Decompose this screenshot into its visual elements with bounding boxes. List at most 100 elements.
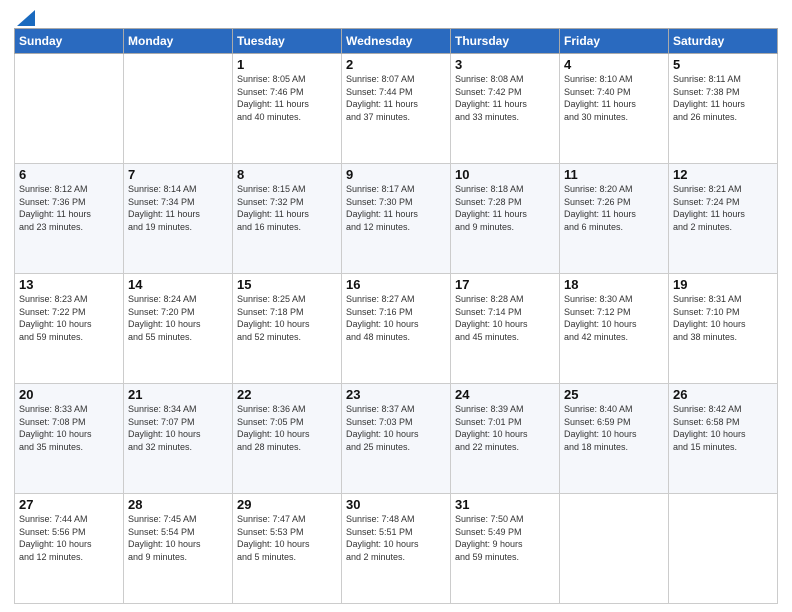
day-info: Sunrise: 8:37 AM Sunset: 7:03 PM Dayligh… — [346, 403, 446, 453]
calendar-cell: 1Sunrise: 8:05 AM Sunset: 7:46 PM Daylig… — [233, 54, 342, 164]
day-number: 7 — [128, 167, 228, 182]
logo — [14, 10, 35, 22]
calendar-cell: 4Sunrise: 8:10 AM Sunset: 7:40 PM Daylig… — [560, 54, 669, 164]
day-number: 8 — [237, 167, 337, 182]
day-number: 28 — [128, 497, 228, 512]
weekday-header-monday: Monday — [124, 29, 233, 54]
calendar-cell: 18Sunrise: 8:30 AM Sunset: 7:12 PM Dayli… — [560, 274, 669, 384]
calendar-cell: 3Sunrise: 8:08 AM Sunset: 7:42 PM Daylig… — [451, 54, 560, 164]
day-info: Sunrise: 8:23 AM Sunset: 7:22 PM Dayligh… — [19, 293, 119, 343]
day-info: Sunrise: 8:31 AM Sunset: 7:10 PM Dayligh… — [673, 293, 773, 343]
day-info: Sunrise: 8:42 AM Sunset: 6:58 PM Dayligh… — [673, 403, 773, 453]
day-number: 5 — [673, 57, 773, 72]
calendar-cell — [560, 494, 669, 604]
day-number: 4 — [564, 57, 664, 72]
day-number: 6 — [19, 167, 119, 182]
day-info: Sunrise: 8:27 AM Sunset: 7:16 PM Dayligh… — [346, 293, 446, 343]
day-number: 11 — [564, 167, 664, 182]
calendar-cell: 7Sunrise: 8:14 AM Sunset: 7:34 PM Daylig… — [124, 164, 233, 274]
day-info: Sunrise: 8:08 AM Sunset: 7:42 PM Dayligh… — [455, 73, 555, 123]
calendar-cell: 29Sunrise: 7:47 AM Sunset: 5:53 PM Dayli… — [233, 494, 342, 604]
calendar-cell: 5Sunrise: 8:11 AM Sunset: 7:38 PM Daylig… — [669, 54, 778, 164]
calendar-week-row: 6Sunrise: 8:12 AM Sunset: 7:36 PM Daylig… — [15, 164, 778, 274]
calendar-cell: 26Sunrise: 8:42 AM Sunset: 6:58 PM Dayli… — [669, 384, 778, 494]
calendar-cell: 17Sunrise: 8:28 AM Sunset: 7:14 PM Dayli… — [451, 274, 560, 384]
weekday-header-tuesday: Tuesday — [233, 29, 342, 54]
calendar-cell: 30Sunrise: 7:48 AM Sunset: 5:51 PM Dayli… — [342, 494, 451, 604]
calendar-cell: 12Sunrise: 8:21 AM Sunset: 7:24 PM Dayli… — [669, 164, 778, 274]
day-info: Sunrise: 8:21 AM Sunset: 7:24 PM Dayligh… — [673, 183, 773, 233]
calendar-week-row: 1Sunrise: 8:05 AM Sunset: 7:46 PM Daylig… — [15, 54, 778, 164]
calendar-cell: 20Sunrise: 8:33 AM Sunset: 7:08 PM Dayli… — [15, 384, 124, 494]
calendar-cell: 8Sunrise: 8:15 AM Sunset: 7:32 PM Daylig… — [233, 164, 342, 274]
day-number: 16 — [346, 277, 446, 292]
day-number: 26 — [673, 387, 773, 402]
day-info: Sunrise: 8:20 AM Sunset: 7:26 PM Dayligh… — [564, 183, 664, 233]
calendar-cell: 16Sunrise: 8:27 AM Sunset: 7:16 PM Dayli… — [342, 274, 451, 384]
day-number: 1 — [237, 57, 337, 72]
header — [14, 10, 778, 22]
day-info: Sunrise: 8:34 AM Sunset: 7:07 PM Dayligh… — [128, 403, 228, 453]
day-info: Sunrise: 8:40 AM Sunset: 6:59 PM Dayligh… — [564, 403, 664, 453]
day-info: Sunrise: 8:15 AM Sunset: 7:32 PM Dayligh… — [237, 183, 337, 233]
day-info: Sunrise: 7:45 AM Sunset: 5:54 PM Dayligh… — [128, 513, 228, 563]
day-info: Sunrise: 8:25 AM Sunset: 7:18 PM Dayligh… — [237, 293, 337, 343]
day-number: 2 — [346, 57, 446, 72]
weekday-header-saturday: Saturday — [669, 29, 778, 54]
weekday-header-row: SundayMondayTuesdayWednesdayThursdayFrid… — [15, 29, 778, 54]
calendar-cell: 27Sunrise: 7:44 AM Sunset: 5:56 PM Dayli… — [15, 494, 124, 604]
day-number: 12 — [673, 167, 773, 182]
calendar-cell: 22Sunrise: 8:36 AM Sunset: 7:05 PM Dayli… — [233, 384, 342, 494]
day-number: 27 — [19, 497, 119, 512]
calendar-cell — [15, 54, 124, 164]
day-info: Sunrise: 8:07 AM Sunset: 7:44 PM Dayligh… — [346, 73, 446, 123]
weekday-header-sunday: Sunday — [15, 29, 124, 54]
calendar-week-row: 27Sunrise: 7:44 AM Sunset: 5:56 PM Dayli… — [15, 494, 778, 604]
logo-icon — [17, 8, 35, 26]
day-number: 25 — [564, 387, 664, 402]
day-info: Sunrise: 8:36 AM Sunset: 7:05 PM Dayligh… — [237, 403, 337, 453]
day-info: Sunrise: 7:50 AM Sunset: 5:49 PM Dayligh… — [455, 513, 555, 563]
calendar-cell: 10Sunrise: 8:18 AM Sunset: 7:28 PM Dayli… — [451, 164, 560, 274]
calendar-cell: 21Sunrise: 8:34 AM Sunset: 7:07 PM Dayli… — [124, 384, 233, 494]
calendar-cell: 11Sunrise: 8:20 AM Sunset: 7:26 PM Dayli… — [560, 164, 669, 274]
day-number: 10 — [455, 167, 555, 182]
day-number: 18 — [564, 277, 664, 292]
day-number: 31 — [455, 497, 555, 512]
day-number: 3 — [455, 57, 555, 72]
day-number: 15 — [237, 277, 337, 292]
day-number: 20 — [19, 387, 119, 402]
day-info: Sunrise: 8:10 AM Sunset: 7:40 PM Dayligh… — [564, 73, 664, 123]
day-info: Sunrise: 8:18 AM Sunset: 7:28 PM Dayligh… — [455, 183, 555, 233]
calendar-cell: 28Sunrise: 7:45 AM Sunset: 5:54 PM Dayli… — [124, 494, 233, 604]
day-number: 9 — [346, 167, 446, 182]
day-number: 24 — [455, 387, 555, 402]
day-info: Sunrise: 8:17 AM Sunset: 7:30 PM Dayligh… — [346, 183, 446, 233]
day-number: 23 — [346, 387, 446, 402]
day-number: 22 — [237, 387, 337, 402]
day-info: Sunrise: 7:44 AM Sunset: 5:56 PM Dayligh… — [19, 513, 119, 563]
page-container: SundayMondayTuesdayWednesdayThursdayFrid… — [0, 0, 792, 612]
calendar-cell: 23Sunrise: 8:37 AM Sunset: 7:03 PM Dayli… — [342, 384, 451, 494]
calendar-cell: 2Sunrise: 8:07 AM Sunset: 7:44 PM Daylig… — [342, 54, 451, 164]
calendar-week-row: 20Sunrise: 8:33 AM Sunset: 7:08 PM Dayli… — [15, 384, 778, 494]
day-number: 19 — [673, 277, 773, 292]
day-number: 14 — [128, 277, 228, 292]
calendar-cell — [124, 54, 233, 164]
weekday-header-thursday: Thursday — [451, 29, 560, 54]
day-info: Sunrise: 7:47 AM Sunset: 5:53 PM Dayligh… — [237, 513, 337, 563]
calendar-cell: 9Sunrise: 8:17 AM Sunset: 7:30 PM Daylig… — [342, 164, 451, 274]
weekday-header-friday: Friday — [560, 29, 669, 54]
day-number: 30 — [346, 497, 446, 512]
calendar-table: SundayMondayTuesdayWednesdayThursdayFrid… — [14, 28, 778, 604]
day-info: Sunrise: 8:14 AM Sunset: 7:34 PM Dayligh… — [128, 183, 228, 233]
day-info: Sunrise: 8:39 AM Sunset: 7:01 PM Dayligh… — [455, 403, 555, 453]
calendar-cell — [669, 494, 778, 604]
calendar-cell: 31Sunrise: 7:50 AM Sunset: 5:49 PM Dayli… — [451, 494, 560, 604]
calendar-cell: 24Sunrise: 8:39 AM Sunset: 7:01 PM Dayli… — [451, 384, 560, 494]
day-info: Sunrise: 8:33 AM Sunset: 7:08 PM Dayligh… — [19, 403, 119, 453]
day-number: 13 — [19, 277, 119, 292]
day-number: 21 — [128, 387, 228, 402]
day-info: Sunrise: 8:12 AM Sunset: 7:36 PM Dayligh… — [19, 183, 119, 233]
day-info: Sunrise: 8:05 AM Sunset: 7:46 PM Dayligh… — [237, 73, 337, 123]
